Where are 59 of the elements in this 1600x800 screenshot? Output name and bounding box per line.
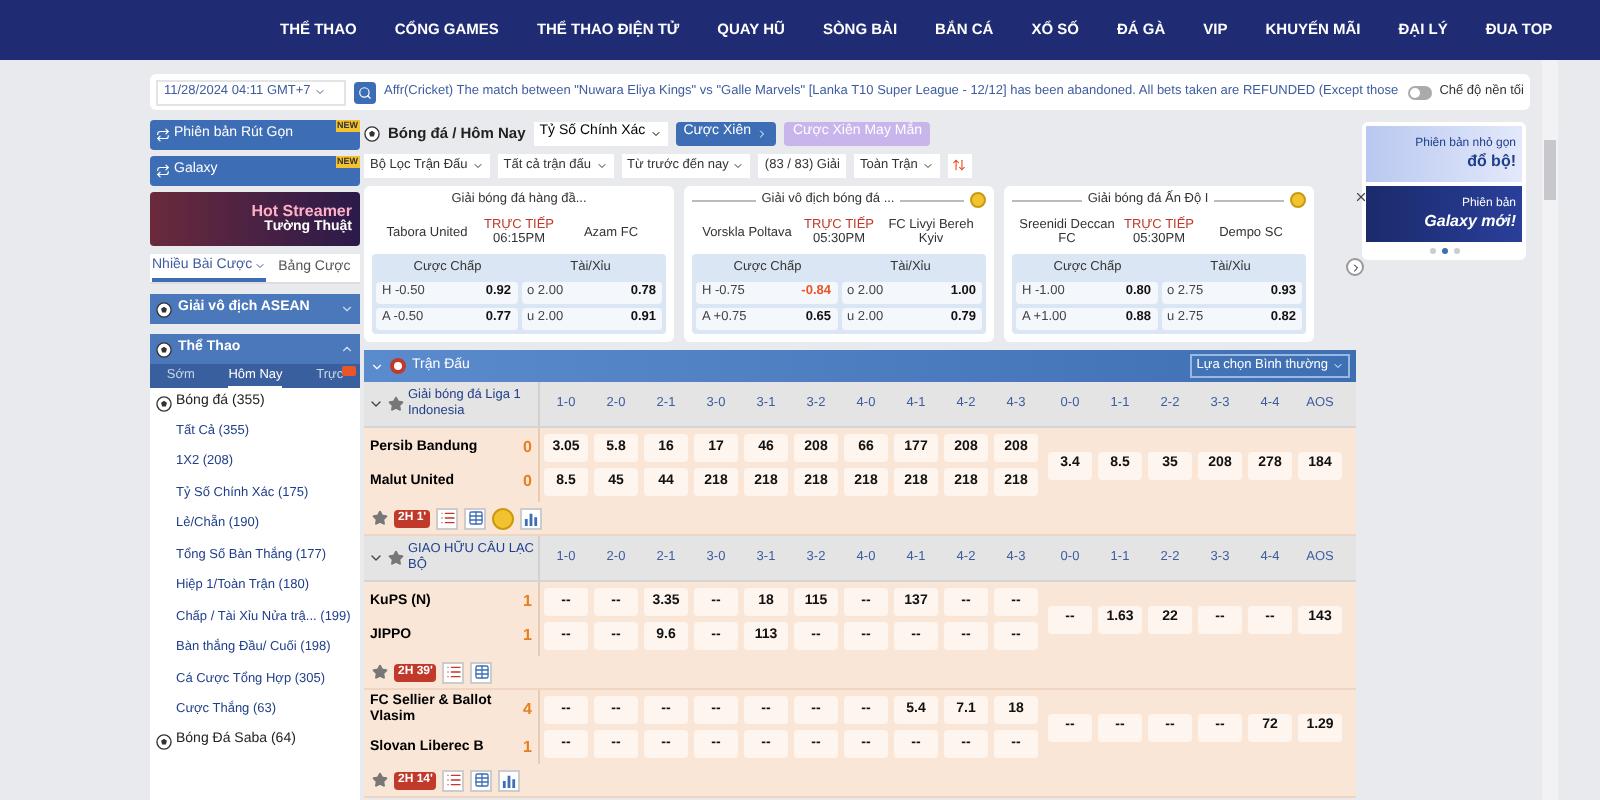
search-button[interactable] [354, 81, 376, 103]
away-score: 0 [523, 470, 532, 494]
soccer-ball-icon [156, 733, 172, 749]
soccer-ball-icon [364, 125, 380, 141]
chevron-up-icon [340, 342, 354, 356]
table-icon [473, 664, 490, 680]
collapse-chevron-icon[interactable] [368, 396, 384, 412]
table-icon [467, 510, 484, 526]
favorite-star-icon[interactable] [388, 550, 404, 566]
away-score: 1 [523, 624, 532, 648]
home-score: 4 [523, 698, 532, 722]
scrollbar[interactable] [1542, 60, 1558, 800]
favorite-star-icon[interactable] [372, 510, 388, 526]
away-score: 1 [523, 736, 532, 760]
list-icon [439, 510, 456, 526]
chevron-down-icon [314, 86, 327, 98]
chevron-down-icon [254, 260, 267, 272]
switch-icon [156, 128, 170, 142]
table-icon [473, 772, 490, 788]
soccer-ball-icon [156, 395, 172, 411]
chevron-down-icon [370, 359, 384, 373]
chevron-down-icon [732, 159, 745, 171]
favorite-star-icon[interactable] [372, 664, 388, 680]
collapse-chevron-icon[interactable] [368, 550, 384, 566]
list-icon [445, 772, 462, 788]
stats-list-button[interactable] [442, 769, 465, 791]
banner-subtitle: đổ bộ! [1467, 152, 1516, 170]
sort-button[interactable] [947, 153, 972, 177]
clock-icon [390, 358, 406, 374]
stats-list-button[interactable] [436, 507, 459, 529]
chevron-right-icon [756, 127, 769, 139]
chevron-down-icon [471, 159, 484, 171]
scoreboard-button[interactable] [464, 507, 487, 529]
live-badge-icon [342, 366, 356, 376]
chevron-down-icon [1332, 360, 1344, 372]
chevron-right-icon [1349, 261, 1361, 273]
banner-subtitle: Galaxy mới! [1424, 212, 1516, 230]
bar-chart-button[interactable] [520, 507, 543, 529]
list-icon [445, 664, 462, 680]
switch-icon [156, 164, 170, 178]
favorite-star-icon[interactable] [388, 396, 404, 412]
search-icon [358, 85, 372, 99]
home-score: 0 [523, 436, 532, 460]
soccer-ball-icon [156, 301, 172, 317]
home-score: 1 [523, 590, 532, 614]
chevron-down-icon [921, 159, 934, 171]
dark-mode-toggle[interactable] [1407, 85, 1432, 99]
chevron-down-icon [340, 302, 354, 316]
bar-chart-button[interactable] [498, 769, 521, 791]
stats-list-button[interactable] [442, 661, 465, 683]
scoreboard-button[interactable] [470, 769, 493, 791]
scoreboard-button[interactable] [470, 661, 493, 683]
chevron-down-icon [649, 127, 662, 139]
banner-title: Hot Streamer [251, 202, 352, 220]
soccer-ball-icon [156, 341, 172, 357]
chevron-down-icon [595, 159, 608, 171]
sort-arrows-icon [952, 158, 967, 172]
favorite-star-icon[interactable] [372, 772, 388, 788]
next-arrow-button[interactable] [1346, 258, 1364, 276]
